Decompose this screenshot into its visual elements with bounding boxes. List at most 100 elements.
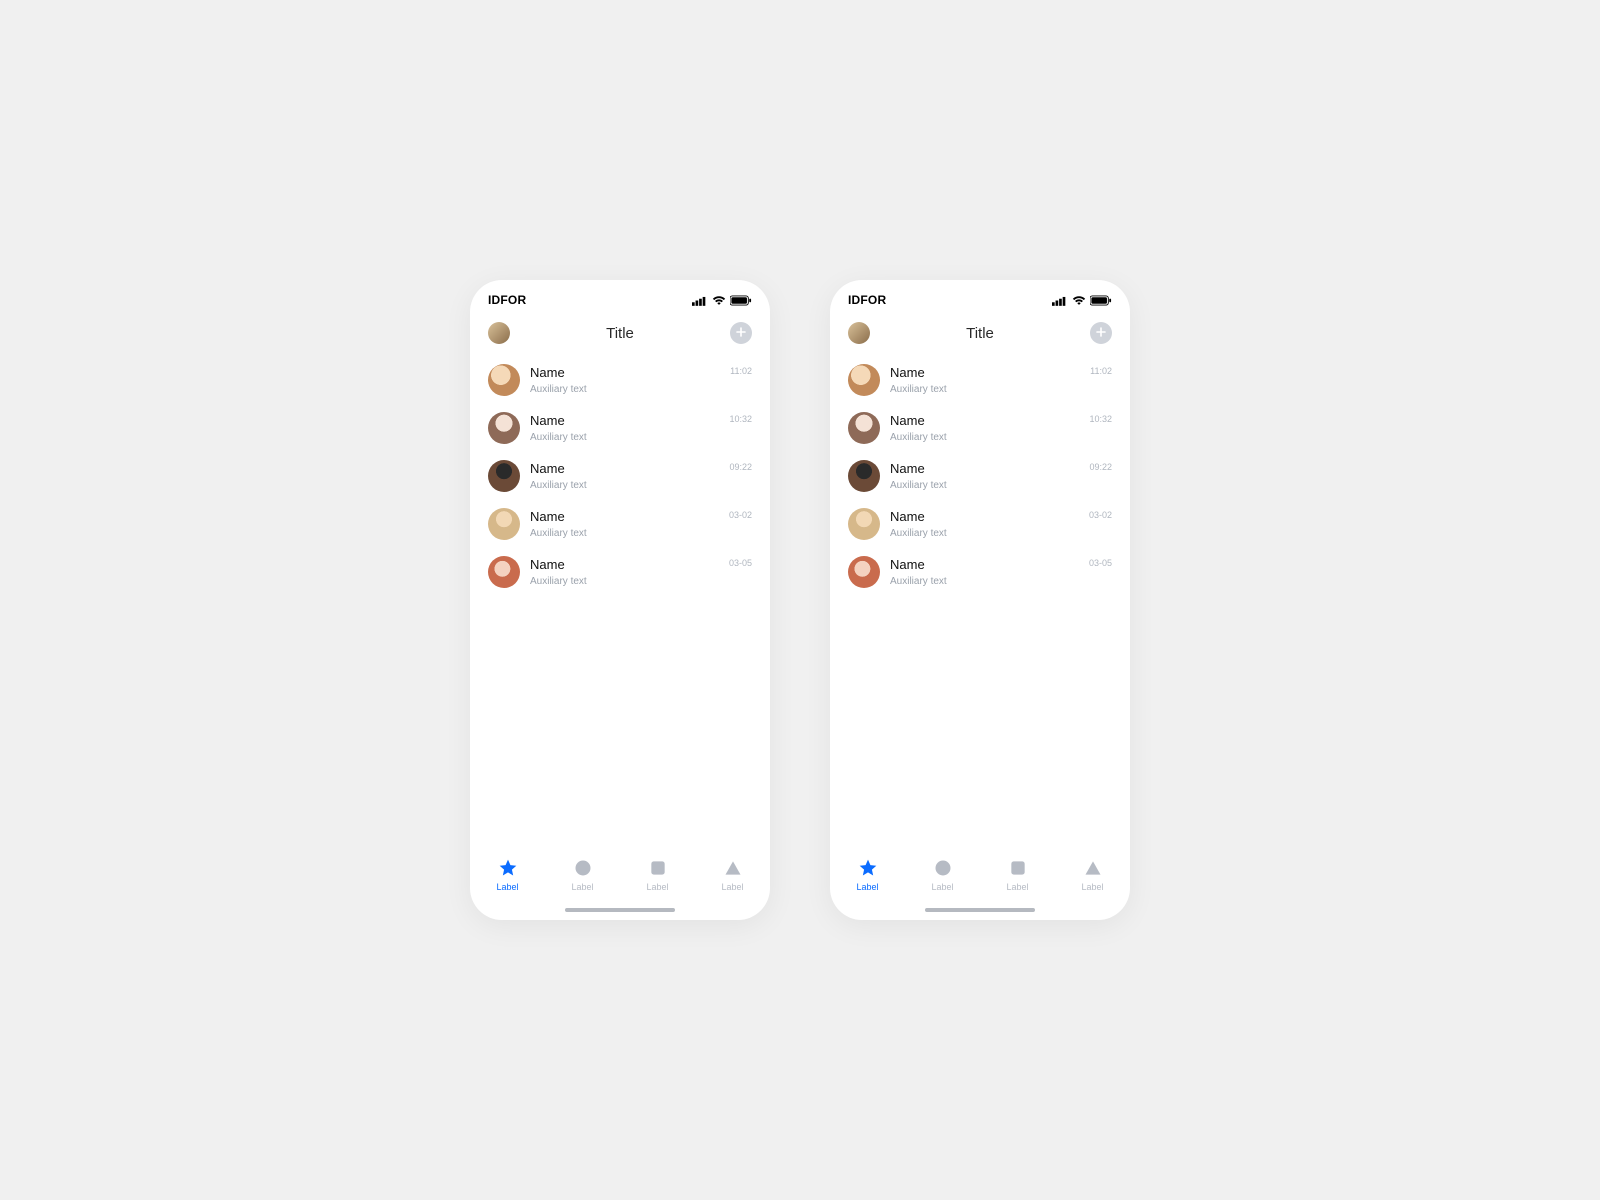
- list-item[interactable]: Name Auxiliary text 10:32: [848, 404, 1112, 452]
- list-item-time: 11:02: [730, 364, 752, 376]
- signal-icon: [1052, 295, 1068, 306]
- circle-icon: [933, 858, 953, 878]
- nav-header: Title: [470, 312, 770, 354]
- list-item-texts: NameAuxiliary text: [890, 509, 1079, 539]
- list-item-name: Name: [530, 413, 719, 430]
- list-item-time: 10:32: [1089, 412, 1112, 424]
- list-item-name: Name: [890, 461, 1079, 478]
- tab-item[interactable]: Label: [905, 858, 980, 892]
- list-item-name: Name: [530, 365, 720, 382]
- list-item[interactable]: NameAuxiliary text03-05: [488, 548, 752, 596]
- tab-item[interactable]: Label: [545, 858, 620, 892]
- add-button[interactable]: [1090, 322, 1112, 344]
- tab-label: Label: [646, 882, 668, 892]
- list-item-time: 10:32: [729, 412, 752, 424]
- list-item-aux: Auxiliary text: [530, 528, 719, 539]
- wifi-icon: [712, 295, 726, 306]
- list-item-texts: Name Auxiliary text: [530, 365, 720, 395]
- list-item-aux: Auxiliary text: [890, 384, 1080, 395]
- status-bar: IDFOR: [470, 280, 770, 312]
- list-item-time: 11:02: [1090, 364, 1112, 376]
- list-item-name: Name: [890, 557, 1079, 574]
- avatar: [848, 556, 880, 588]
- chat-list: NameAuxiliary text11:02NameAuxiliary tex…: [830, 354, 1130, 850]
- list-item[interactable]: NameAuxiliary text03-05: [848, 548, 1112, 596]
- list-item-time: 09:22: [729, 460, 752, 472]
- status-bar: IDFOR: [830, 280, 1130, 312]
- page-title: Title: [966, 325, 994, 342]
- tab-label: Label: [496, 882, 518, 892]
- nav-header: Title: [830, 312, 1130, 354]
- list-item[interactable]: Name Auxiliary text 10:32: [488, 404, 752, 452]
- circle-icon: [573, 858, 593, 878]
- tab-item[interactable]: Label: [620, 858, 695, 892]
- avatar: [488, 412, 520, 444]
- home-indicator: [925, 908, 1035, 912]
- list-item-aux: Auxiliary text: [890, 480, 1079, 491]
- square-icon: [1008, 858, 1028, 878]
- list-item-texts: Name Auxiliary text: [890, 461, 1079, 491]
- list-item[interactable]: Name Auxiliary text 11:02: [488, 356, 752, 404]
- battery-icon: [1090, 295, 1112, 306]
- status-right: [1052, 295, 1112, 306]
- list-item[interactable]: Name Auxiliary text 03-02: [488, 500, 752, 548]
- list-item-aux: Auxiliary text: [890, 576, 1079, 587]
- status-right: [692, 295, 752, 306]
- carrier-label: IDFOR: [488, 293, 526, 307]
- tab-label: Label: [1006, 882, 1028, 892]
- list-item-name: Name: [890, 413, 1079, 430]
- list-item-aux: Auxiliary text: [530, 576, 719, 587]
- list-item[interactable]: NameAuxiliary text 03-02: [848, 500, 1112, 548]
- tab-label: Label: [931, 882, 953, 892]
- avatar: [488, 364, 520, 396]
- list-item-texts: Name Auxiliary text: [530, 557, 719, 587]
- list-item-texts: Name Auxiliary text: [890, 413, 1079, 443]
- list-item[interactable]: Name Auxiliary text 09:22: [488, 452, 752, 500]
- user-avatar[interactable]: [848, 322, 870, 344]
- list-item-texts: Name Auxiliary text: [530, 461, 719, 491]
- list-item-time: 03-02: [1089, 508, 1112, 520]
- list-item-aux: Auxiliary text: [530, 432, 719, 443]
- add-button[interactable]: [730, 322, 752, 344]
- list-item-texts: Name Auxiliary text: [890, 557, 1079, 587]
- avatar: [848, 460, 880, 492]
- tab-label: Label: [571, 882, 593, 892]
- chat-list: Name Auxiliary text 11:02 Name Auxiliary tex…: [470, 354, 770, 850]
- list-item-time: 03-02: [729, 508, 752, 520]
- plus-icon: [1096, 325, 1106, 341]
- page-title: Title: [606, 325, 634, 342]
- tab-item[interactable]: Label: [830, 858, 905, 892]
- tab-item[interactable]: Label: [470, 858, 545, 892]
- phone-frame: IDFOR Title Name Auxiliary text 11:02 Name A…: [470, 280, 770, 920]
- list-item-name: Name: [530, 461, 719, 478]
- tab-label: Label: [1081, 882, 1103, 892]
- triangle-icon: [723, 858, 743, 878]
- avatar: [488, 556, 520, 588]
- wifi-icon: [1072, 295, 1086, 306]
- tab-item[interactable]: Label: [1055, 858, 1130, 892]
- user-avatar[interactable]: [488, 322, 510, 344]
- avatar: [848, 364, 880, 396]
- list-item-aux: Auxiliary text: [530, 384, 720, 395]
- triangle-icon: [1083, 858, 1103, 878]
- avatar: [488, 460, 520, 492]
- list-item-name: Name: [890, 365, 1080, 382]
- list-item-name: Name: [890, 509, 1079, 526]
- list-item-aux: Auxiliary text: [530, 480, 719, 491]
- tab-item[interactable]: Label: [980, 858, 1055, 892]
- carrier-label: IDFOR: [848, 293, 886, 307]
- list-item-texts: Name Auxiliary text: [530, 509, 719, 539]
- list-item-aux: Auxiliary text: [890, 432, 1079, 443]
- tab-label: Label: [721, 882, 743, 892]
- avatar: [848, 508, 880, 540]
- square-icon: [648, 858, 668, 878]
- battery-icon: [730, 295, 752, 306]
- list-item-name: Name: [530, 509, 719, 526]
- phone-frame: IDFOR Title NameAuxiliary text11:02NameA…: [830, 280, 1130, 920]
- list-item[interactable]: NameAuxiliary text09:22: [848, 452, 1112, 500]
- signal-icon: [692, 295, 708, 306]
- home-indicator: [565, 908, 675, 912]
- list-item[interactable]: Name Auxiliary text 11:02: [848, 356, 1112, 404]
- tab-item[interactable]: Label: [695, 858, 770, 892]
- list-item-name: Name: [530, 557, 719, 574]
